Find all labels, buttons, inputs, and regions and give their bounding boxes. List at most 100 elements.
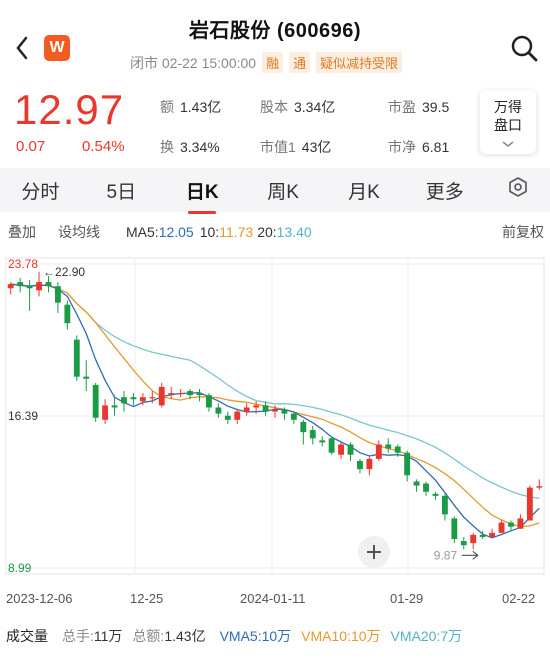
stat-amount: 额 1.43亿 — [160, 99, 222, 115]
tab-daily-k[interactable]: 日K — [162, 177, 243, 204]
add-indicator-button[interactable] — [358, 536, 390, 568]
ma5-label: MA5: — [126, 224, 159, 240]
candle-body — [272, 409, 278, 412]
last-price: 12.97 — [14, 86, 125, 133]
page-title: 岩石股份 (600696) — [188, 20, 362, 42]
candle-body — [432, 493, 439, 496]
candle-body — [404, 452, 411, 476]
badge-margin: 融 — [262, 52, 284, 73]
y-tick-label: 8.99 — [8, 561, 32, 575]
max-price-label: ←22.90 — [43, 265, 85, 279]
stat-turnover: 换 3.34% — [160, 139, 220, 155]
candle-body — [206, 395, 212, 408]
x-tick-2: 12-25 — [130, 591, 164, 606]
tab-weekly-k[interactable]: 周K — [243, 177, 324, 204]
search-icon — [511, 35, 538, 62]
candle-body — [366, 458, 373, 470]
candle-body — [139, 397, 146, 402]
candle-body — [45, 282, 52, 287]
candle-body — [470, 534, 477, 544]
candle-body — [309, 430, 316, 439]
vma5: VMA5:10万 — [219, 628, 292, 644]
candle-body — [253, 405, 260, 408]
y-tick-label: 23.78 — [8, 257, 38, 271]
candle-body — [319, 440, 326, 443]
candle-body — [423, 483, 429, 492]
candle-body — [290, 413, 297, 420]
candle-body — [36, 282, 42, 291]
candle-body — [489, 532, 496, 537]
order-book-label-1: 万得 — [494, 99, 522, 115]
candle-body — [168, 393, 175, 395]
candle-body — [64, 304, 71, 324]
candle-body — [262, 405, 269, 412]
candle-body — [441, 495, 448, 515]
candle-body — [196, 393, 203, 396]
search-button[interactable] — [510, 34, 538, 62]
candle-body — [328, 438, 335, 453]
candle-body — [517, 518, 524, 529]
ma20-label: 20: — [257, 224, 277, 240]
candle-body — [121, 397, 127, 404]
min-price-label: 9.87 — [434, 548, 458, 562]
overlay-button[interactable]: 叠加 — [8, 222, 36, 242]
candle-body — [224, 415, 231, 420]
adjust-button[interactable]: 前复权 — [502, 222, 544, 242]
candle-body — [536, 486, 543, 488]
vma20: VMA20:7万 — [390, 628, 463, 644]
candle-body — [111, 405, 118, 408]
candlestick-chart[interactable]: 23.78 16.39 8.99 ←22.90 9.87 — [0, 246, 550, 586]
candle-body — [375, 444, 382, 459]
candle-body — [243, 407, 250, 412]
ma20-value: 13.40 — [276, 224, 312, 240]
candle-body — [385, 444, 392, 449]
candle-body — [526, 487, 533, 521]
stat-pb: 市净 6.81 — [388, 139, 450, 155]
candle-body — [215, 407, 222, 414]
candle-body — [451, 518, 458, 540]
total-hands-label: 总手: — [62, 628, 94, 644]
volume-header: 成交量 总手: 11万 总额: 1.43亿 VMA5:10万 VMA10:10万… — [0, 626, 550, 646]
stat-pe: 市盈 39.5 — [388, 99, 450, 115]
status-time: 闭市 02-22 15:00:00 — [130, 54, 257, 71]
candle-body — [413, 481, 420, 486]
tab-more[interactable]: 更多 — [404, 177, 485, 204]
candle-body — [26, 286, 33, 289]
volume-title: 成交量 — [6, 628, 48, 644]
candle-body — [177, 393, 184, 395]
ma-settings-button[interactable]: 设均线 — [58, 222, 100, 242]
candle-body — [149, 397, 156, 399]
candle-body — [187, 391, 193, 396]
candle-body — [347, 444, 354, 455]
tab-intraday[interactable]: 分时 — [0, 177, 81, 204]
stat-shares: 股本 3.34亿 — [260, 99, 336, 115]
stat-market-cap: 市值1 43亿 — [260, 139, 332, 155]
market-status: 闭市 02-22 15:00:00 融 通 疑似减持受限 — [130, 52, 403, 73]
candle-body — [338, 444, 344, 455]
candle-body — [300, 421, 307, 433]
price-change-pct: 0.54% — [82, 138, 125, 155]
candle-body — [498, 522, 505, 533]
ma10-value: 11.73 — [219, 224, 254, 240]
y-tick-label: 16.39 — [8, 409, 38, 423]
tab-5day[interactable]: 5日 — [81, 177, 162, 204]
candle-body — [394, 446, 401, 453]
arrow-right-icon — [461, 550, 479, 560]
candle-body — [83, 376, 90, 379]
vma10: VMA10:10万 — [301, 628, 381, 644]
total-hands: 11万 — [93, 628, 123, 644]
x-tick-4: 01-29 — [390, 591, 424, 606]
price-change: 0.07 — [16, 138, 46, 155]
period-tabs: 分时 5日 日K 周K 月K 更多 — [0, 168, 550, 212]
order-book-button[interactable]: 万得 盘口 — [480, 90, 536, 154]
tab-monthly-k[interactable]: 月K — [324, 177, 405, 204]
candle-body — [508, 522, 514, 527]
ma5-value: 12.05 — [158, 224, 194, 240]
candle-body — [460, 541, 467, 546]
candle-body — [357, 460, 363, 470]
candle-body — [130, 397, 137, 400]
chevron-down-icon — [502, 141, 514, 147]
total-amount: 1.43亿 — [164, 628, 206, 644]
x-tick-1: 2023-12-06 — [6, 591, 73, 606]
chart-settings-button[interactable] — [485, 176, 550, 204]
